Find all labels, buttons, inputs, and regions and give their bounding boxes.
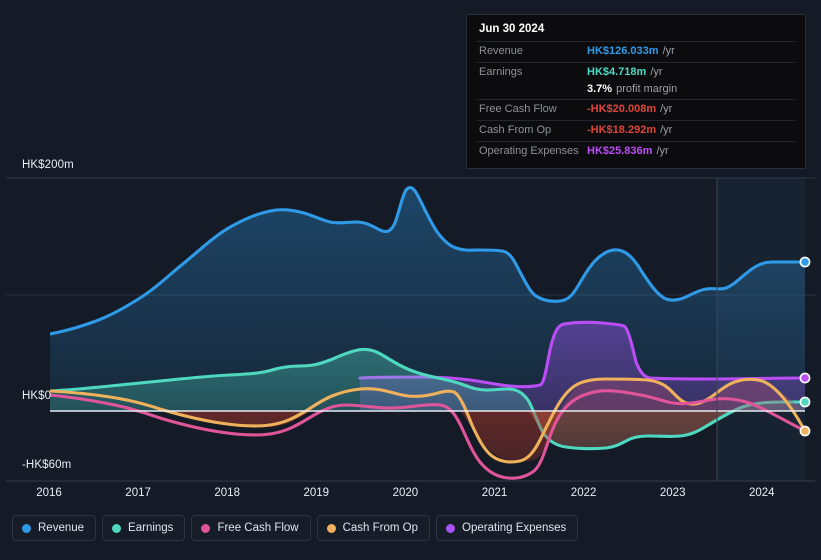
legend-item-label: Earnings bbox=[128, 522, 174, 534]
tooltip-date: Jun 30 2024 bbox=[479, 23, 545, 35]
legend-item-label: Operating Expenses bbox=[462, 522, 567, 534]
tooltip-row-unit: /yr bbox=[650, 65, 663, 78]
legend-color-dot-icon bbox=[326, 523, 336, 533]
tooltip-row-value: HK$126.033m bbox=[587, 45, 659, 57]
tooltip-row: Free Cash Flow -HK$20.008m/yr bbox=[477, 99, 795, 120]
legend-item-free-cash-flow[interactable]: Free Cash Flow bbox=[191, 515, 311, 541]
x-axis-tick-2016: 2016 bbox=[36, 487, 62, 499]
tooltip-row: Operating Expenses HK$25.836m/yr bbox=[477, 140, 795, 162]
tooltip-profit-margin-value: 3.7% bbox=[587, 82, 613, 95]
legend-item-operating-expenses[interactable]: Operating Expenses bbox=[436, 515, 579, 541]
legend-color-dot-icon bbox=[22, 523, 31, 533]
tooltip-rows: Revenue HK$126.033m/yr Earnings HK$4.718m/y… bbox=[477, 41, 795, 162]
tooltip-row-value: HK$4.718m bbox=[587, 65, 647, 78]
chart-tooltip: Jun 30 2024 Revenue HK$126.033m/yr Earning… bbox=[466, 14, 806, 169]
legend-color-dot-icon bbox=[112, 523, 122, 533]
tooltip-row-unit: /yr bbox=[660, 103, 673, 116]
x-axis-tick-2018: 2018 bbox=[214, 487, 240, 499]
tooltip-row-unit: /yr bbox=[662, 45, 675, 57]
x-axis-tick-2017: 2017 bbox=[125, 487, 151, 499]
tooltip-profit-margin-label: profit margin bbox=[616, 82, 678, 95]
x-axis-tick-2020: 2020 bbox=[392, 487, 419, 499]
legend-item-earnings[interactable]: Earnings bbox=[102, 515, 186, 541]
legend-item-label: Free Cash Flow bbox=[217, 522, 299, 534]
chart-legend: Revenue Earnings Free Cash Flow Cash From O… bbox=[12, 515, 579, 541]
x-axis-tick-2022: 2022 bbox=[570, 487, 597, 499]
tooltip-row-unit: /yr bbox=[660, 124, 673, 136]
legend-color-dot-icon bbox=[446, 523, 456, 533]
tooltip-row-label: Operating Expenses bbox=[479, 144, 579, 157]
tooltip-row-value: -HK$20.008m bbox=[587, 103, 657, 116]
tooltip-row-value: HK$25.836m bbox=[587, 144, 653, 157]
cash-from-op-endpoint-marker bbox=[799, 425, 811, 437]
legend-color-dot-icon bbox=[201, 523, 211, 533]
legend-item-label: Revenue bbox=[38, 522, 85, 534]
legend-item-cash-from-op[interactable]: Cash From Op bbox=[316, 515, 431, 541]
tooltip-row: Cash From Op -HK$18.292m/yr bbox=[477, 120, 795, 141]
operating-expenses-endpoint-marker bbox=[799, 372, 811, 384]
tooltip-row: Earnings HK$4.718m/yr bbox=[477, 61, 795, 83]
x-axis-tick-2024: 2024 bbox=[749, 487, 775, 499]
revenue-endpoint-marker bbox=[799, 256, 811, 268]
x-axis-tick-2023: 2023 bbox=[659, 487, 686, 499]
tooltip-row: Revenue HK$126.033m/yr bbox=[477, 41, 795, 62]
earnings-endpoint-marker bbox=[799, 396, 811, 408]
tooltip-profit-margin-row: 3.7% profit margin bbox=[477, 83, 795, 100]
legend-item-revenue[interactable]: Revenue bbox=[12, 515, 97, 541]
tooltip-row-label: Revenue bbox=[479, 45, 524, 57]
tooltip-row-unit: /yr bbox=[656, 144, 669, 157]
tooltip-row-value: -HK$18.292m bbox=[587, 124, 657, 136]
legend-item-label: Cash From Op bbox=[342, 522, 419, 534]
tooltip-row-label: Earnings bbox=[479, 65, 523, 78]
tooltip-row-label: Cash From Op bbox=[479, 124, 552, 136]
x-axis-tick-2019: 2019 bbox=[303, 487, 330, 499]
x-axis-tick-2021: 2021 bbox=[481, 487, 508, 499]
tooltip-row-label: Free Cash Flow bbox=[479, 103, 557, 116]
